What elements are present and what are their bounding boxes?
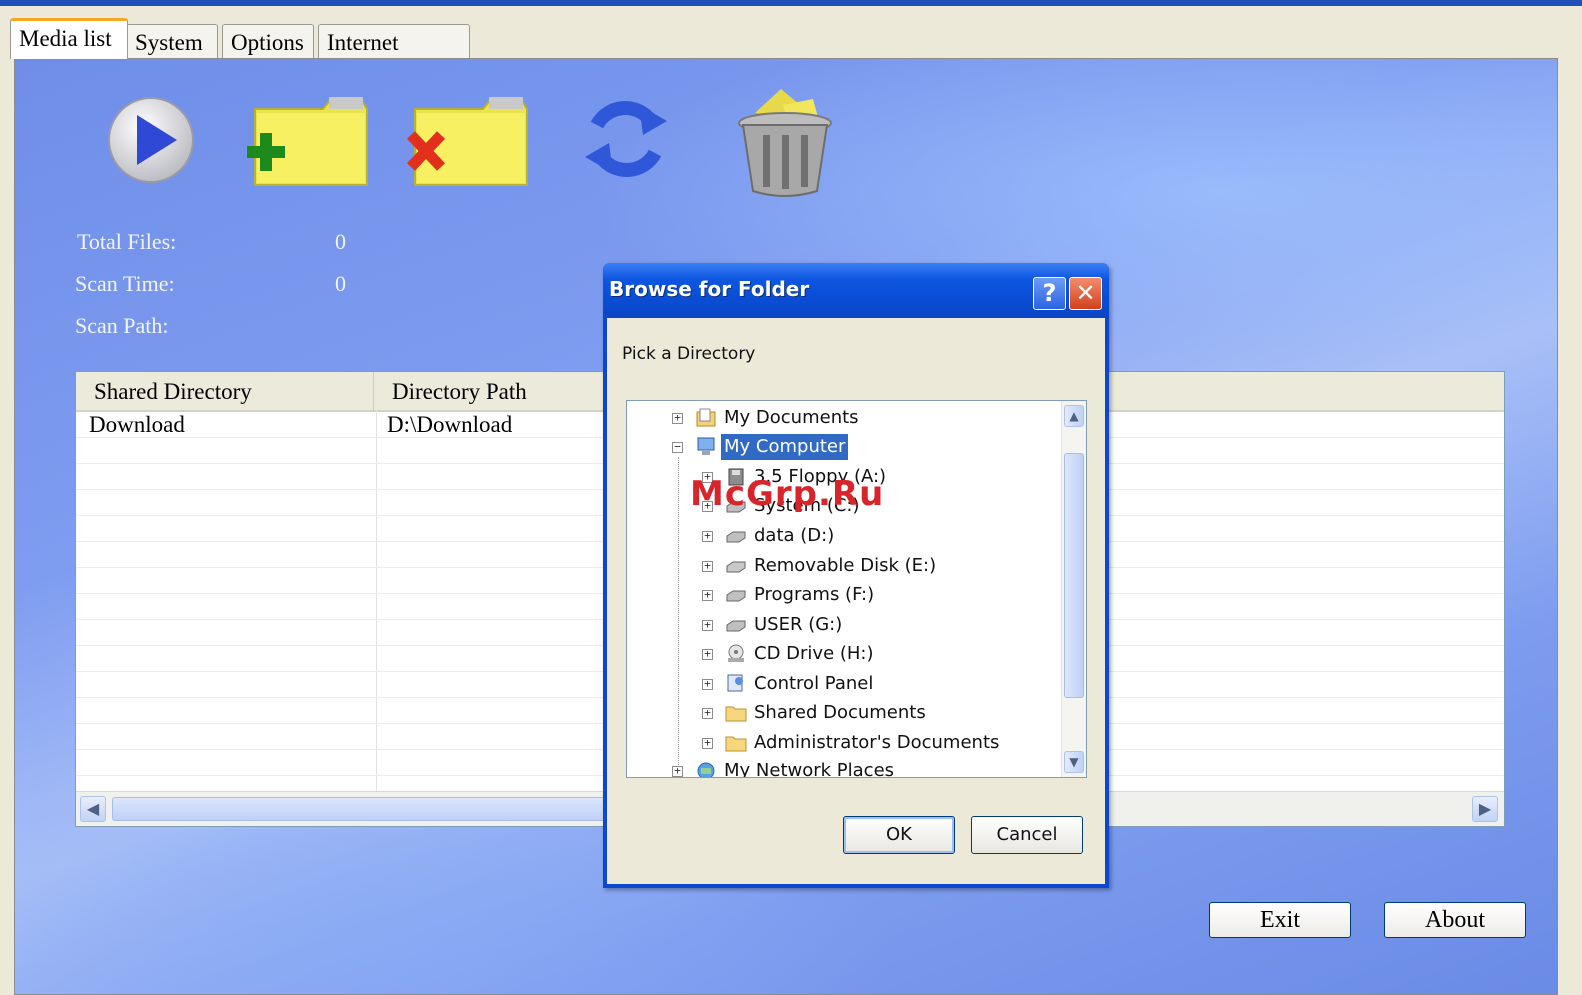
folder-tree[interactable]: + My Documents − My Computer + 3.5 Flopp… xyxy=(626,400,1087,778)
tree-item-data-d[interactable]: + data (D:) xyxy=(627,523,1057,549)
scan-path-label: Scan Path: xyxy=(75,313,169,338)
tab-options[interactable]: Options xyxy=(222,24,314,58)
add-folder-button[interactable] xyxy=(243,95,373,189)
ok-button[interactable]: OK xyxy=(843,816,955,854)
tree-item-label: My Computer xyxy=(721,434,849,460)
refresh-button[interactable] xyxy=(581,91,671,189)
tab-media-list[interactable]: Media list xyxy=(10,18,128,59)
add-folder-icon xyxy=(247,97,368,186)
collapse-icon[interactable]: − xyxy=(672,441,683,453)
hard-drive-icon xyxy=(726,531,746,543)
trash-button[interactable] xyxy=(733,85,837,199)
dialog-body: Pick a Directory + My Documents − My Com… xyxy=(607,318,1105,884)
expand-icon[interactable]: + xyxy=(702,707,713,719)
tree-item-label: Administrator's Documents xyxy=(754,732,1000,753)
expand-icon[interactable]: + xyxy=(702,530,713,542)
remove-folder-icon xyxy=(406,97,528,186)
tree-item-control-panel[interactable]: + Control Panel xyxy=(627,671,1057,697)
tree-item-user-g[interactable]: + USER (G:) xyxy=(627,612,1057,638)
removable-disk-icon xyxy=(726,561,746,573)
tree-item-label: Control Panel xyxy=(754,673,874,694)
play-icon xyxy=(108,97,194,183)
tab-system[interactable]: System xyxy=(126,24,218,58)
folder-icon xyxy=(725,736,747,752)
dialog-title: Browse for Folder xyxy=(609,277,810,301)
tree-item-shared-documents[interactable]: + Shared Documents xyxy=(627,700,1057,726)
tree-item-my-network-places[interactable]: + My Network Places xyxy=(627,758,1057,778)
close-icon: ✕ xyxy=(1075,279,1096,307)
scan-time-value: 0 xyxy=(335,271,346,296)
tree-item-my-documents[interactable]: + My Documents xyxy=(627,405,1057,431)
tree-item-removable-e[interactable]: + Removable Disk (E:) xyxy=(627,553,1057,579)
tab-internet-media[interactable]: Internet Media xyxy=(318,24,470,91)
tree-item-label: CD Drive (H:) xyxy=(754,643,874,664)
tree-item-cd-drive-h[interactable]: + CD Drive (H:) xyxy=(627,641,1057,667)
tree-item-label: My Documents xyxy=(724,407,859,428)
browse-for-folder-dialog: Browse for Folder ? ✕ Pick a Directory +… xyxy=(603,263,1109,888)
hard-drive-icon xyxy=(726,620,746,632)
tree-vertical-scrollbar[interactable]: ▲ ▼ xyxy=(1061,401,1086,777)
tree-item-label: My Network Places xyxy=(724,760,895,778)
scroll-left-button[interactable]: ◀ xyxy=(80,796,106,822)
tree-item-label: Programs (F:) xyxy=(754,584,875,605)
hard-drive-icon xyxy=(726,590,746,602)
watermark: McGrp.Ru xyxy=(690,474,885,514)
total-files-label: Total Files: xyxy=(77,229,177,254)
window-top-edge xyxy=(0,0,1582,6)
my-computer-icon xyxy=(697,437,715,455)
control-panel-icon xyxy=(727,674,743,692)
refresh-icon xyxy=(585,101,667,177)
tree-item-programs-f[interactable]: + Programs (F:) xyxy=(627,582,1057,608)
exit-button[interactable]: Exit xyxy=(1209,902,1351,938)
network-places-icon xyxy=(697,762,715,777)
expand-icon[interactable]: + xyxy=(702,737,713,749)
total-files-value: 0 xyxy=(335,229,346,254)
expand-icon[interactable]: + xyxy=(702,589,713,601)
column-header-shared-directory[interactable]: Shared Directory xyxy=(76,372,374,410)
dialog-title-bar[interactable]: Browse for Folder ? ✕ xyxy=(603,263,1109,318)
trash-icon xyxy=(738,89,832,197)
expand-icon[interactable]: + xyxy=(702,648,713,660)
expand-icon[interactable]: + xyxy=(702,560,713,572)
tree-item-label: Removable Disk (E:) xyxy=(754,555,937,576)
scroll-up-button[interactable]: ▲ xyxy=(1064,405,1084,427)
help-button[interactable]: ? xyxy=(1033,277,1066,310)
remove-folder-button[interactable] xyxy=(403,95,533,189)
cd-drive-icon xyxy=(728,644,744,662)
tree-item-label: USER (G:) xyxy=(754,614,843,635)
my-documents-icon xyxy=(696,408,716,427)
scan-time-label: Scan Time: xyxy=(75,271,175,296)
about-button[interactable]: About xyxy=(1384,902,1526,938)
tree-item-administrators-documents[interactable]: + Administrator's Documents xyxy=(627,730,1057,756)
scroll-thumb[interactable] xyxy=(112,797,672,821)
folder-icon xyxy=(725,706,747,722)
scroll-down-button[interactable]: ▼ xyxy=(1064,751,1084,773)
tree-item-my-computer[interactable]: − My Computer xyxy=(627,434,1057,460)
tree-item-label: Shared Documents xyxy=(754,702,926,723)
cancel-button[interactable]: Cancel xyxy=(971,816,1083,854)
expand-icon[interactable]: + xyxy=(702,678,713,690)
expand-icon[interactable]: + xyxy=(672,412,683,424)
scroll-thumb[interactable] xyxy=(1064,453,1084,698)
expand-icon[interactable]: + xyxy=(672,765,683,777)
expand-icon[interactable]: + xyxy=(702,619,713,631)
play-button[interactable] xyxy=(105,93,197,185)
close-button[interactable]: ✕ xyxy=(1069,277,1102,310)
help-icon: ? xyxy=(1042,279,1057,307)
scroll-right-button[interactable]: ▶ xyxy=(1472,796,1498,822)
shared-directory-cell: Download xyxy=(89,412,185,437)
dialog-prompt: Pick a Directory xyxy=(622,344,756,364)
tree-item-label: data (D:) xyxy=(754,525,835,546)
